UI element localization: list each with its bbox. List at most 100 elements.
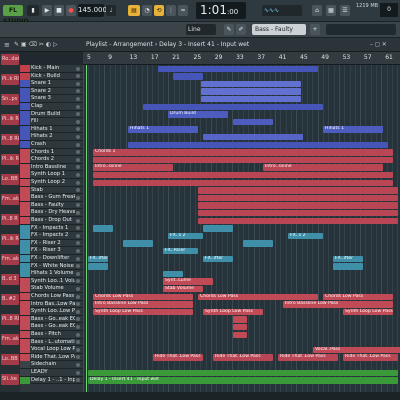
track-header[interactable]: Bass - Go..eak EQ 3 <box>20 315 83 324</box>
track-mute-icon[interactable] <box>76 142 80 147</box>
playlist-clip[interactable] <box>158 65 318 72</box>
track-mute-icon[interactable] <box>76 355 80 360</box>
track-header[interactable]: Snare 3 <box>20 95 83 103</box>
track-header[interactable]: FX - Downlifter <box>20 255 83 263</box>
track-header[interactable]: Synth Loo..Low Pass <box>20 308 83 316</box>
play-icon[interactable]: ▶ <box>42 5 52 16</box>
playlist-clip[interactable]: Hihats 1 <box>128 126 198 133</box>
picker-clip[interactable]: Pi..8 R <box>1 214 19 225</box>
picker-clip[interactable]: Pi..8 RI <box>1 314 19 325</box>
track-header[interactable]: Bass - Gum Freak <box>20 194 83 202</box>
playlist-clip[interactable] <box>201 95 301 103</box>
playlist-clip[interactable]: Intro..ssline <box>263 164 383 171</box>
pattern-song-toggle[interactable]: ▮ <box>27 5 39 16</box>
playlist-clip[interactable]: FX..ifter <box>203 255 233 262</box>
track-header[interactable]: Drum Build <box>20 110 83 119</box>
track-mute-icon[interactable] <box>76 370 80 375</box>
playlist-clip[interactable] <box>123 240 153 247</box>
playlist-clip[interactable] <box>198 202 398 209</box>
track-mute-icon[interactable] <box>76 362 80 367</box>
track-header[interactable]: FX - Impacts 1 <box>20 224 83 233</box>
picker-clip[interactable]: B..d 3 <box>1 274 19 285</box>
track-header[interactable]: Fill <box>20 118 83 126</box>
track-mute-icon[interactable] <box>76 317 80 322</box>
playlist-clip[interactable] <box>201 88 301 95</box>
grid-icon[interactable]: ▦ <box>326 5 336 16</box>
app-logo[interactable]: FL STUDIO <box>3 5 29 25</box>
picker-clip[interactable]: Pi..ik RE <box>1 234 19 245</box>
playlist-clip[interactable]: Chords Low Pass <box>323 293 393 300</box>
track-mute-icon[interactable] <box>76 347 80 352</box>
picker-clip[interactable]: Pl..ik RI <box>1 154 19 165</box>
track-mute-icon[interactable] <box>76 218 80 223</box>
track-header[interactable]: FX - White Noise <box>20 262 83 271</box>
track-header[interactable]: Bass - Go..eak EQ 2 <box>20 323 83 331</box>
track-header[interactable]: Bass - Drop Out <box>20 217 83 225</box>
tempo-display[interactable]: 145.000 <box>78 4 107 17</box>
picker-clip[interactable]: Fm..ak R# <box>1 254 19 265</box>
window-controls[interactable]: – ◻ ✕ <box>370 41 387 48</box>
track-mute-icon[interactable] <box>76 104 80 109</box>
track-mute-icon[interactable] <box>76 112 80 117</box>
track-mute-icon[interactable] <box>76 210 80 215</box>
track-header[interactable]: Stab Volume <box>20 285 83 293</box>
track-header[interactable]: Intro Bas..Low Pass <box>20 300 83 309</box>
playlist-clip[interactable] <box>243 240 273 247</box>
playlist-clip[interactable] <box>93 225 113 232</box>
playlist-clip[interactable]: FX..ifter <box>88 255 108 262</box>
steps-icon[interactable]: ⋮ <box>166 5 176 16</box>
playlist-clip[interactable]: Synth Loop Low Pass <box>343 308 393 316</box>
track-header[interactable]: FX - Riser 2 <box>20 239 83 248</box>
playlist-clip[interactable] <box>88 369 398 376</box>
song-position-display[interactable]: 1:01:00 <box>196 2 246 19</box>
playlist-clip[interactable]: Ride That..Low Pass <box>153 354 203 361</box>
track-mute-icon[interactable] <box>76 203 80 208</box>
playlist-menu-icon[interactable]: ≡ <box>4 41 10 49</box>
track-header[interactable]: Synth Loo..1 Volume <box>20 277 83 286</box>
playlist-clip[interactable]: Hihats 1 <box>323 126 383 133</box>
picker-clip[interactable]: B..#2 <box>1 294 19 305</box>
playlist-clip[interactable] <box>198 209 398 217</box>
playlist-clip[interactable] <box>233 331 247 338</box>
track-header[interactable]: Hihats 1 Volume <box>20 270 83 278</box>
track-mute-icon[interactable] <box>76 286 80 291</box>
track-header[interactable]: Bass - Dry Heave <box>20 209 83 217</box>
track-mute-icon[interactable] <box>76 96 80 101</box>
playlist-clip[interactable] <box>143 103 323 110</box>
track-mute-icon[interactable] <box>76 165 80 170</box>
track-mute-icon[interactable] <box>76 188 80 193</box>
track-mute-icon[interactable] <box>76 81 80 86</box>
playlist-clip[interactable] <box>93 179 393 186</box>
playlist-clip[interactable] <box>203 225 233 232</box>
blend-icon[interactable]: ≈ <box>178 5 188 16</box>
playlist-clip[interactable] <box>198 187 398 194</box>
playlist-clip[interactable] <box>233 118 273 126</box>
track-header[interactable]: Hihats 2 <box>20 133 83 141</box>
track-header[interactable]: Bass - L..utomation <box>20 338 83 347</box>
add-pattern-icon[interactable]: + <box>310 24 320 35</box>
picker-clip[interactable]: Ro..dat <box>1 54 19 65</box>
track-mute-icon[interactable] <box>76 248 80 253</box>
playlist-clip[interactable]: Vocal..Pass <box>313 346 400 354</box>
picker-clip[interactable]: Sn..ps <box>1 94 19 105</box>
track-mute-icon[interactable] <box>76 89 80 94</box>
playlist-clip[interactable] <box>201 80 301 88</box>
playlist-clip[interactable]: Ride That..Low Pass <box>343 354 398 361</box>
track-mute-icon[interactable] <box>76 195 80 200</box>
track-mute-icon[interactable] <box>76 256 80 261</box>
playlist-clip[interactable]: FX..Riser <box>163 247 198 255</box>
playhead[interactable] <box>86 65 87 400</box>
playlist-clip[interactable]: Synt..Lume <box>163 278 213 285</box>
playlist-clip[interactable]: Delay 1 - Insert 41 - Input wet <box>88 377 398 384</box>
tools-icon[interactable]: ⌂ <box>312 5 322 16</box>
track-mute-icon[interactable] <box>76 264 80 269</box>
track-header[interactable]: Sidechain <box>20 361 83 369</box>
playlist-clip[interactable] <box>173 73 203 80</box>
track-header[interactable]: Clap <box>20 103 83 111</box>
track-mute-icon[interactable] <box>76 134 80 139</box>
track-mute-icon[interactable] <box>76 332 80 337</box>
track-mute-icon[interactable] <box>76 279 80 284</box>
track-header[interactable]: Hihats 1 <box>20 125 83 134</box>
playlist-clip[interactable]: Ride That..Low Pass <box>213 354 273 361</box>
track-mute-icon[interactable] <box>76 157 80 162</box>
